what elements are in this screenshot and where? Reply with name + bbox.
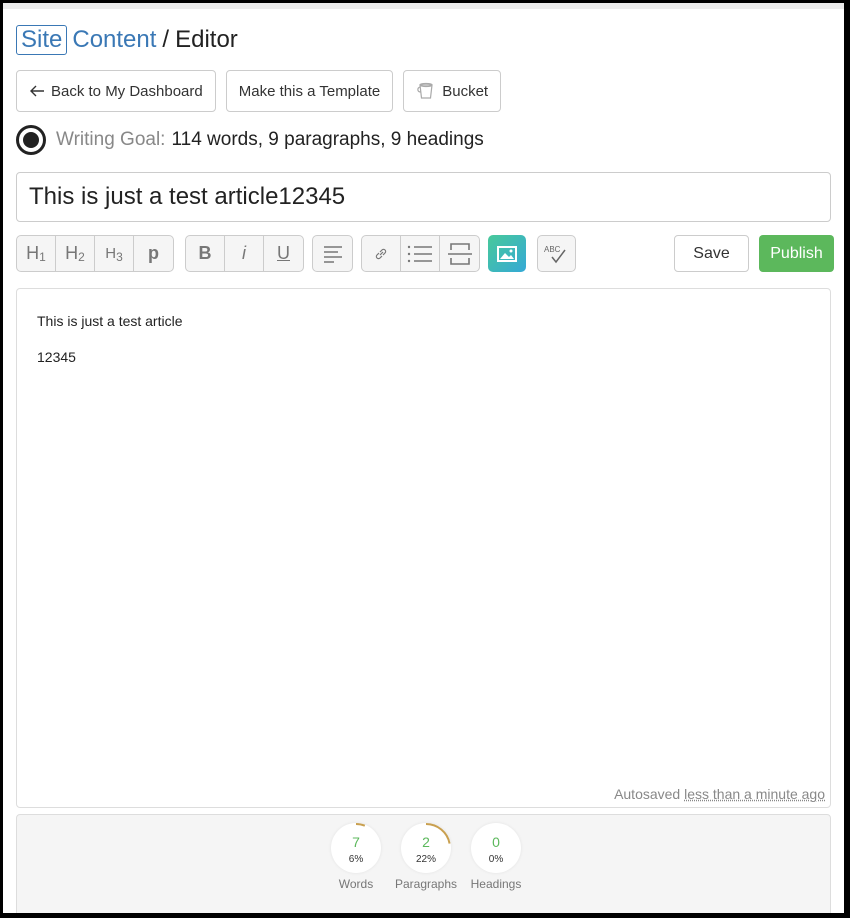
italic-button[interactable]: i — [225, 236, 264, 271]
arrow-left-icon — [29, 84, 45, 98]
back-label: Back to My Dashboard — [51, 82, 203, 100]
make-template-button[interactable]: Make this a Template — [225, 70, 394, 112]
editor-area[interactable]: This is just a test article 12345 Autosa… — [16, 288, 831, 808]
stat-label: Paragraphs — [394, 877, 458, 891]
breadcrumb-separator: / — [162, 26, 170, 53]
stats-panel: 7 6% Words 2 22% Paragraphs 0 0% Heading… — [16, 814, 831, 913]
publish-button[interactable]: Publish — [759, 235, 834, 272]
stat-value: 2 — [422, 834, 430, 850]
h3-button[interactable]: H3 — [95, 236, 134, 271]
writing-goal: Writing Goal: 114 words, 9 paragraphs, 9… — [16, 125, 484, 155]
progress-circle: 0 0% — [471, 823, 521, 873]
image-icon — [497, 245, 517, 262]
bucket-button[interactable]: Bucket — [403, 70, 502, 112]
format-group: B i U — [185, 235, 304, 272]
list-icon — [407, 245, 432, 262]
paragraph-button[interactable]: p — [134, 236, 173, 271]
top-strip — [3, 3, 844, 9]
breadcrumb: Site Content / Editor — [16, 25, 238, 55]
save-button[interactable]: Save — [674, 235, 749, 272]
stat-words: 7 6% Words — [321, 823, 391, 891]
align-left-icon — [323, 245, 342, 263]
breadcrumb-current: Editor — [175, 26, 238, 53]
stat-paragraphs: 2 22% Paragraphs — [391, 823, 461, 891]
progress-circle: 2 22% — [401, 823, 451, 873]
stat-value: 7 — [352, 834, 360, 850]
insert-image-button[interactable] — [488, 235, 526, 272]
stat-label: Words — [338, 877, 374, 891]
title-input[interactable] — [16, 172, 831, 222]
app-window: Site Content / Editor Back to My Dashboa… — [3, 3, 844, 913]
stat-percent: 6% — [348, 854, 364, 865]
editor-paragraph: This is just a test article — [37, 313, 183, 329]
stat-label: Headings — [470, 877, 522, 891]
goal-radio[interactable] — [16, 125, 46, 155]
breadcrumb-site[interactable]: Site — [16, 25, 68, 55]
back-to-dashboard-button[interactable]: Back to My Dashboard — [16, 70, 216, 112]
stat-value: 0 — [492, 834, 500, 850]
bucket-label: Bucket — [442, 82, 489, 100]
stat-percent: 22% — [415, 854, 436, 865]
align-group — [312, 235, 353, 272]
progress-circle: 7 6% — [331, 823, 381, 873]
list-button[interactable] — [401, 236, 440, 271]
insert-group — [361, 235, 480, 272]
editor-paragraph: 12345 — [37, 349, 76, 365]
spellcheck-button[interactable]: ABC — [537, 235, 576, 272]
link-button[interactable] — [362, 236, 401, 271]
breadcrumb-content[interactable]: Content — [72, 26, 156, 54]
stat-headings: 0 0% Headings — [461, 823, 531, 891]
autosave-label: Autosaved — [614, 786, 681, 802]
link-icon — [375, 248, 387, 259]
align-left-button[interactable] — [313, 236, 352, 271]
bold-button[interactable]: B — [186, 236, 225, 271]
heading-group: H1 H2 H3 p — [16, 235, 174, 272]
h1-button[interactable]: H1 — [17, 236, 56, 271]
progress-arc — [355, 823, 366, 827]
autosave-status: Autosaved less than a minute ago — [614, 786, 825, 802]
goal-value: 114 words, 9 paragraphs, 9 headings — [171, 129, 484, 150]
goal-label: Writing Goal: — [56, 129, 166, 150]
h2-button[interactable]: H2 — [56, 236, 95, 271]
svg-text:ABC: ABC — [544, 245, 561, 254]
autosave-time: less than a minute ago — [684, 786, 825, 802]
make-template-label: Make this a Template — [238, 82, 381, 100]
spellcheck-icon: ABC — [544, 245, 566, 263]
page-break-button[interactable] — [440, 236, 479, 271]
editor-toolbar: H1 H2 H3 p B i U ABC Save Publish — [16, 235, 834, 273]
action-buttons: Back to My Dashboard Make this a Templat… — [16, 70, 502, 112]
bucket-icon — [416, 82, 436, 100]
underline-button[interactable]: U — [264, 236, 303, 271]
stat-percent: 0% — [488, 854, 504, 865]
page-break-icon — [447, 242, 472, 265]
